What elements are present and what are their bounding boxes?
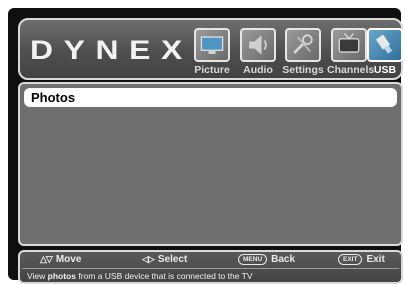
audio-speaker-icon [240, 28, 276, 62]
usb-menu-panel: Photos [18, 82, 403, 246]
usb-icon [367, 28, 403, 62]
settings-icon [285, 28, 321, 62]
tv-osd-screen: DYNEX Picture Audio Settings Channels US… [8, 8, 403, 284]
tab-label-usb: USB [373, 64, 397, 76]
tab-picture[interactable]: Picture [190, 28, 234, 78]
key-hints: △▽ Move ◁▷ Select MENU Back EXIT Exit [20, 254, 401, 267]
menu-key-icon: MENU [238, 254, 268, 265]
help-prefix: View [27, 271, 48, 281]
brand-logo: DYNEX [30, 35, 193, 65]
help-text: View photos from a USB device that is co… [27, 271, 253, 281]
exit-key-icon: EXIT [338, 254, 363, 265]
up-down-arrows-icon: △▽ [40, 254, 53, 264]
hint-move-label: Move [55, 254, 82, 265]
hint-exit: EXIT Exit [338, 254, 385, 265]
help-suffix: from a USB device that is connected to t… [75, 271, 253, 281]
hint-back-label: Back [271, 254, 296, 265]
tab-label-picture: Picture [194, 64, 230, 76]
hint-back: MENU Back [238, 254, 295, 265]
tab-settings[interactable]: Settings [278, 28, 328, 78]
footer-divider [22, 268, 399, 269]
tab-label-channels: Channels [327, 64, 375, 76]
picture-icon [194, 28, 230, 62]
tab-usb[interactable]: USB [366, 28, 404, 78]
hint-select: ◁▷ Select [142, 254, 187, 265]
hint-select-label: Select [157, 254, 188, 265]
channels-icon [331, 28, 367, 62]
tab-channels[interactable]: Channels [327, 28, 375, 78]
left-right-arrows-icon: ◁▷ [142, 254, 155, 264]
hint-exit-label: Exit [366, 254, 385, 265]
hint-move: △▽ Move [40, 254, 81, 265]
footer-help-bar: △▽ Move ◁▷ Select MENU Back EXIT Exit Vi… [18, 250, 403, 284]
tab-audio[interactable]: Audio [236, 28, 280, 78]
tab-label-settings: Settings [282, 64, 324, 76]
tab-label-audio: Audio [243, 64, 273, 76]
help-keyword: photos [47, 271, 76, 281]
header-bar: DYNEX Picture Audio Settings Channels US… [18, 18, 403, 80]
menu-item-photos[interactable]: Photos [24, 88, 397, 107]
